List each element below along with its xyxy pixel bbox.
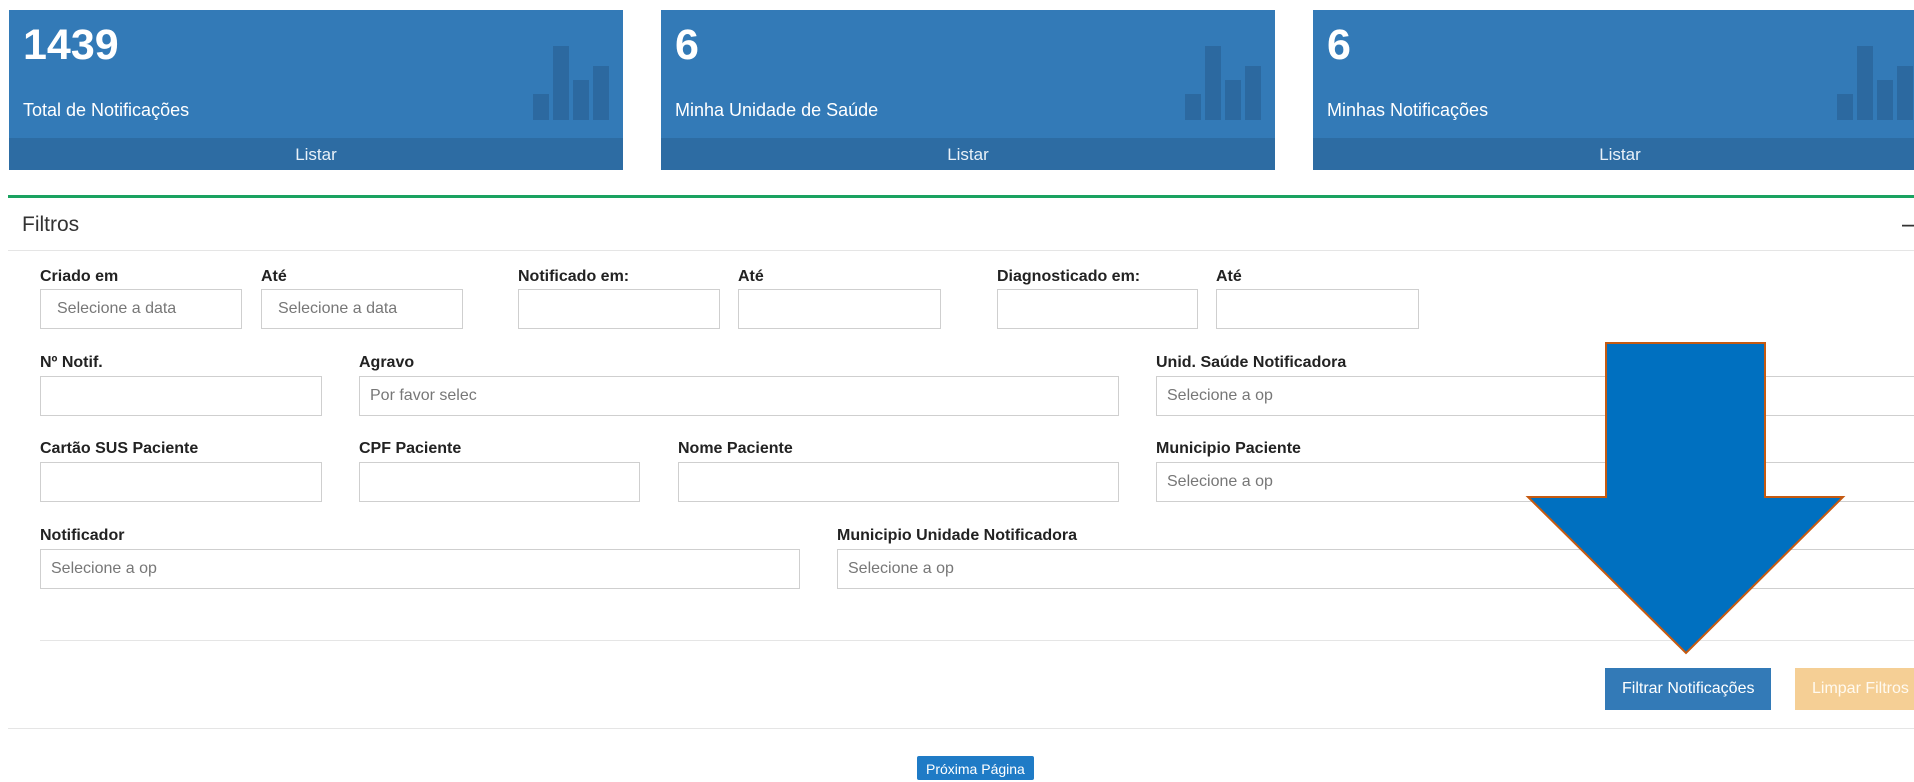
- down-arrow-annotation: [1525, 342, 1846, 655]
